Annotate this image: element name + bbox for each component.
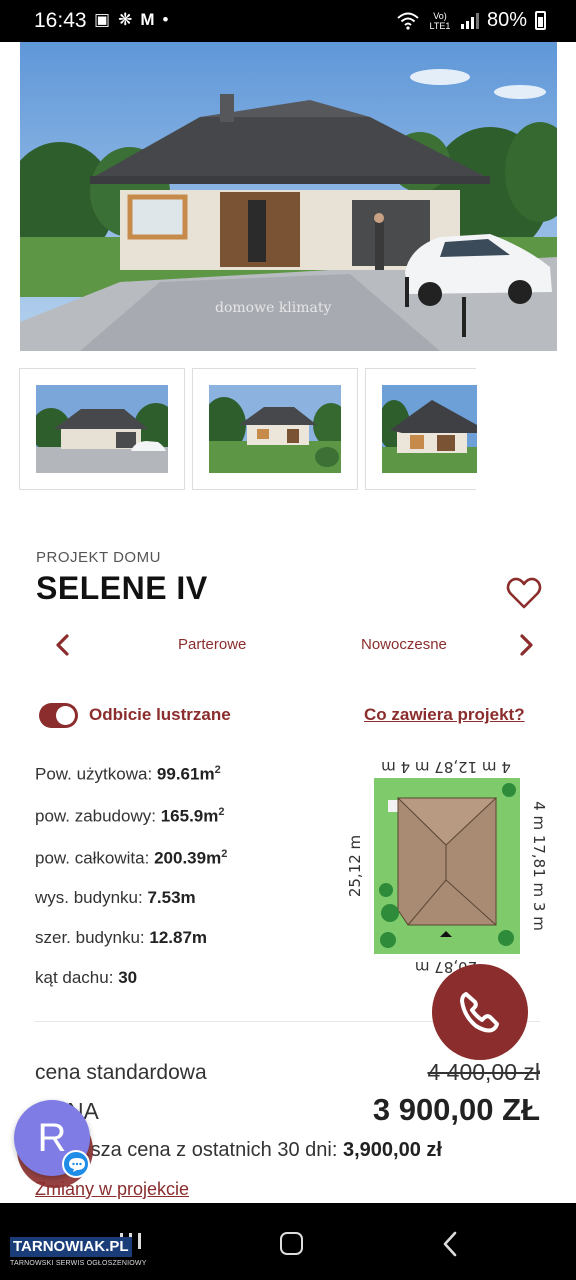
project-title: SELENE IV	[36, 570, 208, 606]
home-icon[interactable]	[280, 1232, 303, 1255]
chevron-left-icon[interactable]	[52, 632, 74, 658]
tarnowiak-logo: TARNOWIAK.PL TARNOWSKI SERWIS OGŁOSZENIO…	[10, 1237, 147, 1267]
site-plan[interactable]: 4 m 12,87 m 4 m 20,87 m 25,12 m 4 m 17,8…	[346, 750, 546, 975]
contents-link[interactable]: Co zawiera projekt?	[364, 705, 525, 725]
standard-price-label: cena standardowa	[35, 1061, 207, 1084]
spec-building-width: szer. budynku: 12.87m	[35, 928, 208, 947]
spec-building-height: wys. budynku: 7.53m	[35, 888, 196, 907]
gmail-icon: M	[140, 10, 155, 29]
chevron-right-icon[interactable]	[515, 632, 537, 658]
battery-icon	[535, 11, 546, 30]
hero-image[interactable]: domowe klimaty	[20, 42, 557, 351]
standard-price: 4 400,00 zł	[427, 1059, 540, 1085]
spec-roof-angle: kąt dachu: 30	[35, 968, 138, 987]
phone-icon	[460, 992, 499, 1033]
status-time: 16:43	[34, 9, 87, 32]
thumbnail-2[interactable]	[192, 368, 358, 490]
chat-icon[interactable]	[62, 1150, 90, 1178]
network-type: Vo) LTE1	[429, 10, 451, 31]
status-bar: 16:43 ▣ ❋ M • Vo) LTE1 80%	[0, 0, 576, 42]
back-icon[interactable]	[442, 1231, 458, 1257]
favorite-heart-icon[interactable]	[506, 576, 542, 610]
mirror-toggle[interactable]	[39, 703, 78, 728]
battery-percent: 80%	[486, 9, 527, 31]
notification-icons: ▣ ❋ M •	[94, 9, 168, 31]
image-icon: ▣	[94, 10, 111, 29]
tag-parterowe[interactable]: Parterowe	[178, 636, 246, 653]
signal-icon	[460, 12, 479, 29]
call-button[interactable]	[432, 964, 528, 1060]
tag-nowoczesne[interactable]: Nowoczesne	[361, 636, 447, 653]
project-category: PROJEKT DOMU	[36, 549, 161, 566]
system-nav-bar: TARNOWIAK.PL TARNOWSKI SERWIS OGŁOSZENIO…	[0, 1203, 576, 1280]
lowest-price: Najniższa cena z ostatnich 30 dni: 3,900…	[35, 1139, 442, 1161]
dot-icon: •	[162, 10, 169, 29]
wifi-icon	[397, 12, 419, 30]
spec-built-area: pow. zabudowy: 165.9m2	[35, 806, 225, 826]
fan-icon: ❋	[118, 10, 133, 29]
thumbnail-3[interactable]	[365, 368, 477, 490]
spec-total-area: pow. całkowita: 200.39m2	[35, 848, 228, 868]
svg-text:4 m 17,81 m 3 m: 4 m 17,81 m 3 m	[530, 801, 546, 931]
svg-text:4 m 12,87 m 4 m: 4 m 12,87 m 4 m	[381, 758, 511, 776]
price: 3 900,00 ZŁ	[372, 1092, 540, 1127]
hero-watermark: domowe klimaty	[215, 300, 332, 316]
mirror-toggle-label[interactable]: Odbicie lustrzane	[89, 705, 231, 725]
thumbnail-1[interactable]	[19, 368, 185, 490]
spec-usable-area: Pow. użytkowa: 99.61m2	[35, 764, 221, 784]
status-right: Vo) LTE1 80%	[397, 9, 546, 32]
svg-text:25,12 m: 25,12 m	[346, 835, 364, 897]
